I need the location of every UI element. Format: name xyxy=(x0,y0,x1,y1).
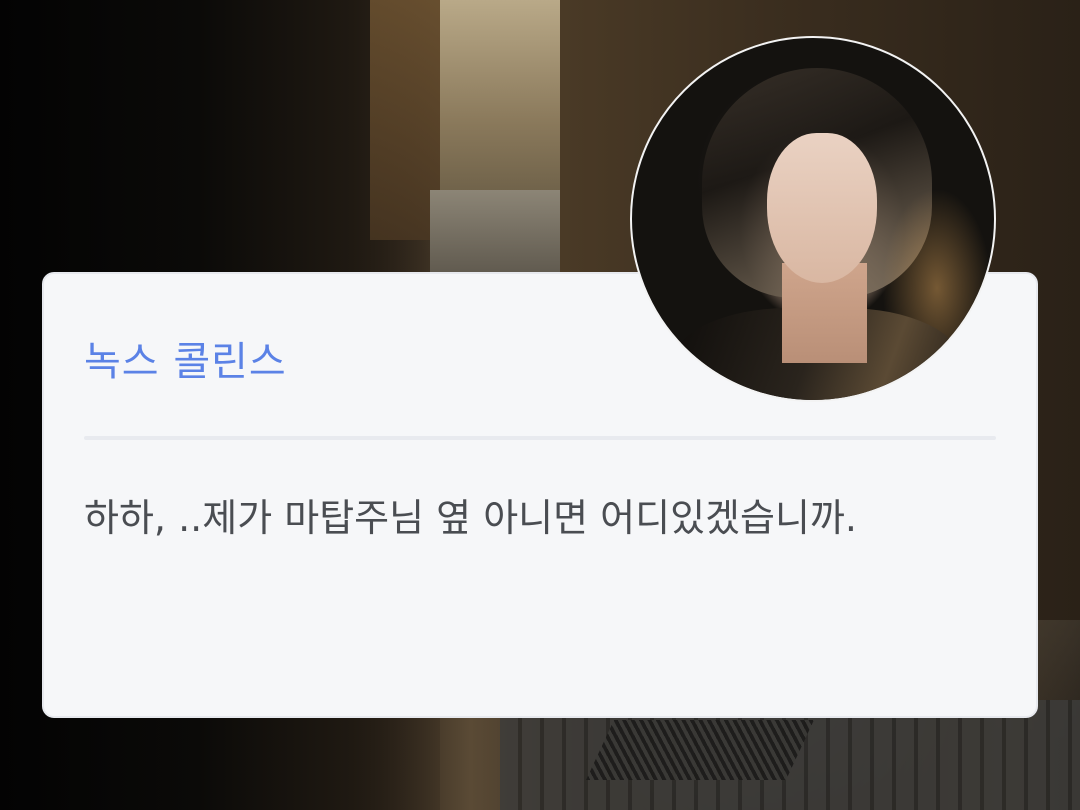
background-distant-buildings xyxy=(440,0,560,200)
speaker-name: 녹스 콜린스 xyxy=(84,339,287,385)
dialog-text: 하하, ..제가 마탑주님 옆 아니면 어디있겠습니까. xyxy=(84,496,857,540)
portrait-face xyxy=(767,133,877,283)
character-portrait xyxy=(630,36,996,402)
background-drain-grate xyxy=(586,720,814,780)
dialog-divider xyxy=(84,436,996,440)
game-scene: 녹스 콜린스 하하, ..제가 마탑주님 옆 아니면 어디있겠습니까. xyxy=(0,0,1080,810)
